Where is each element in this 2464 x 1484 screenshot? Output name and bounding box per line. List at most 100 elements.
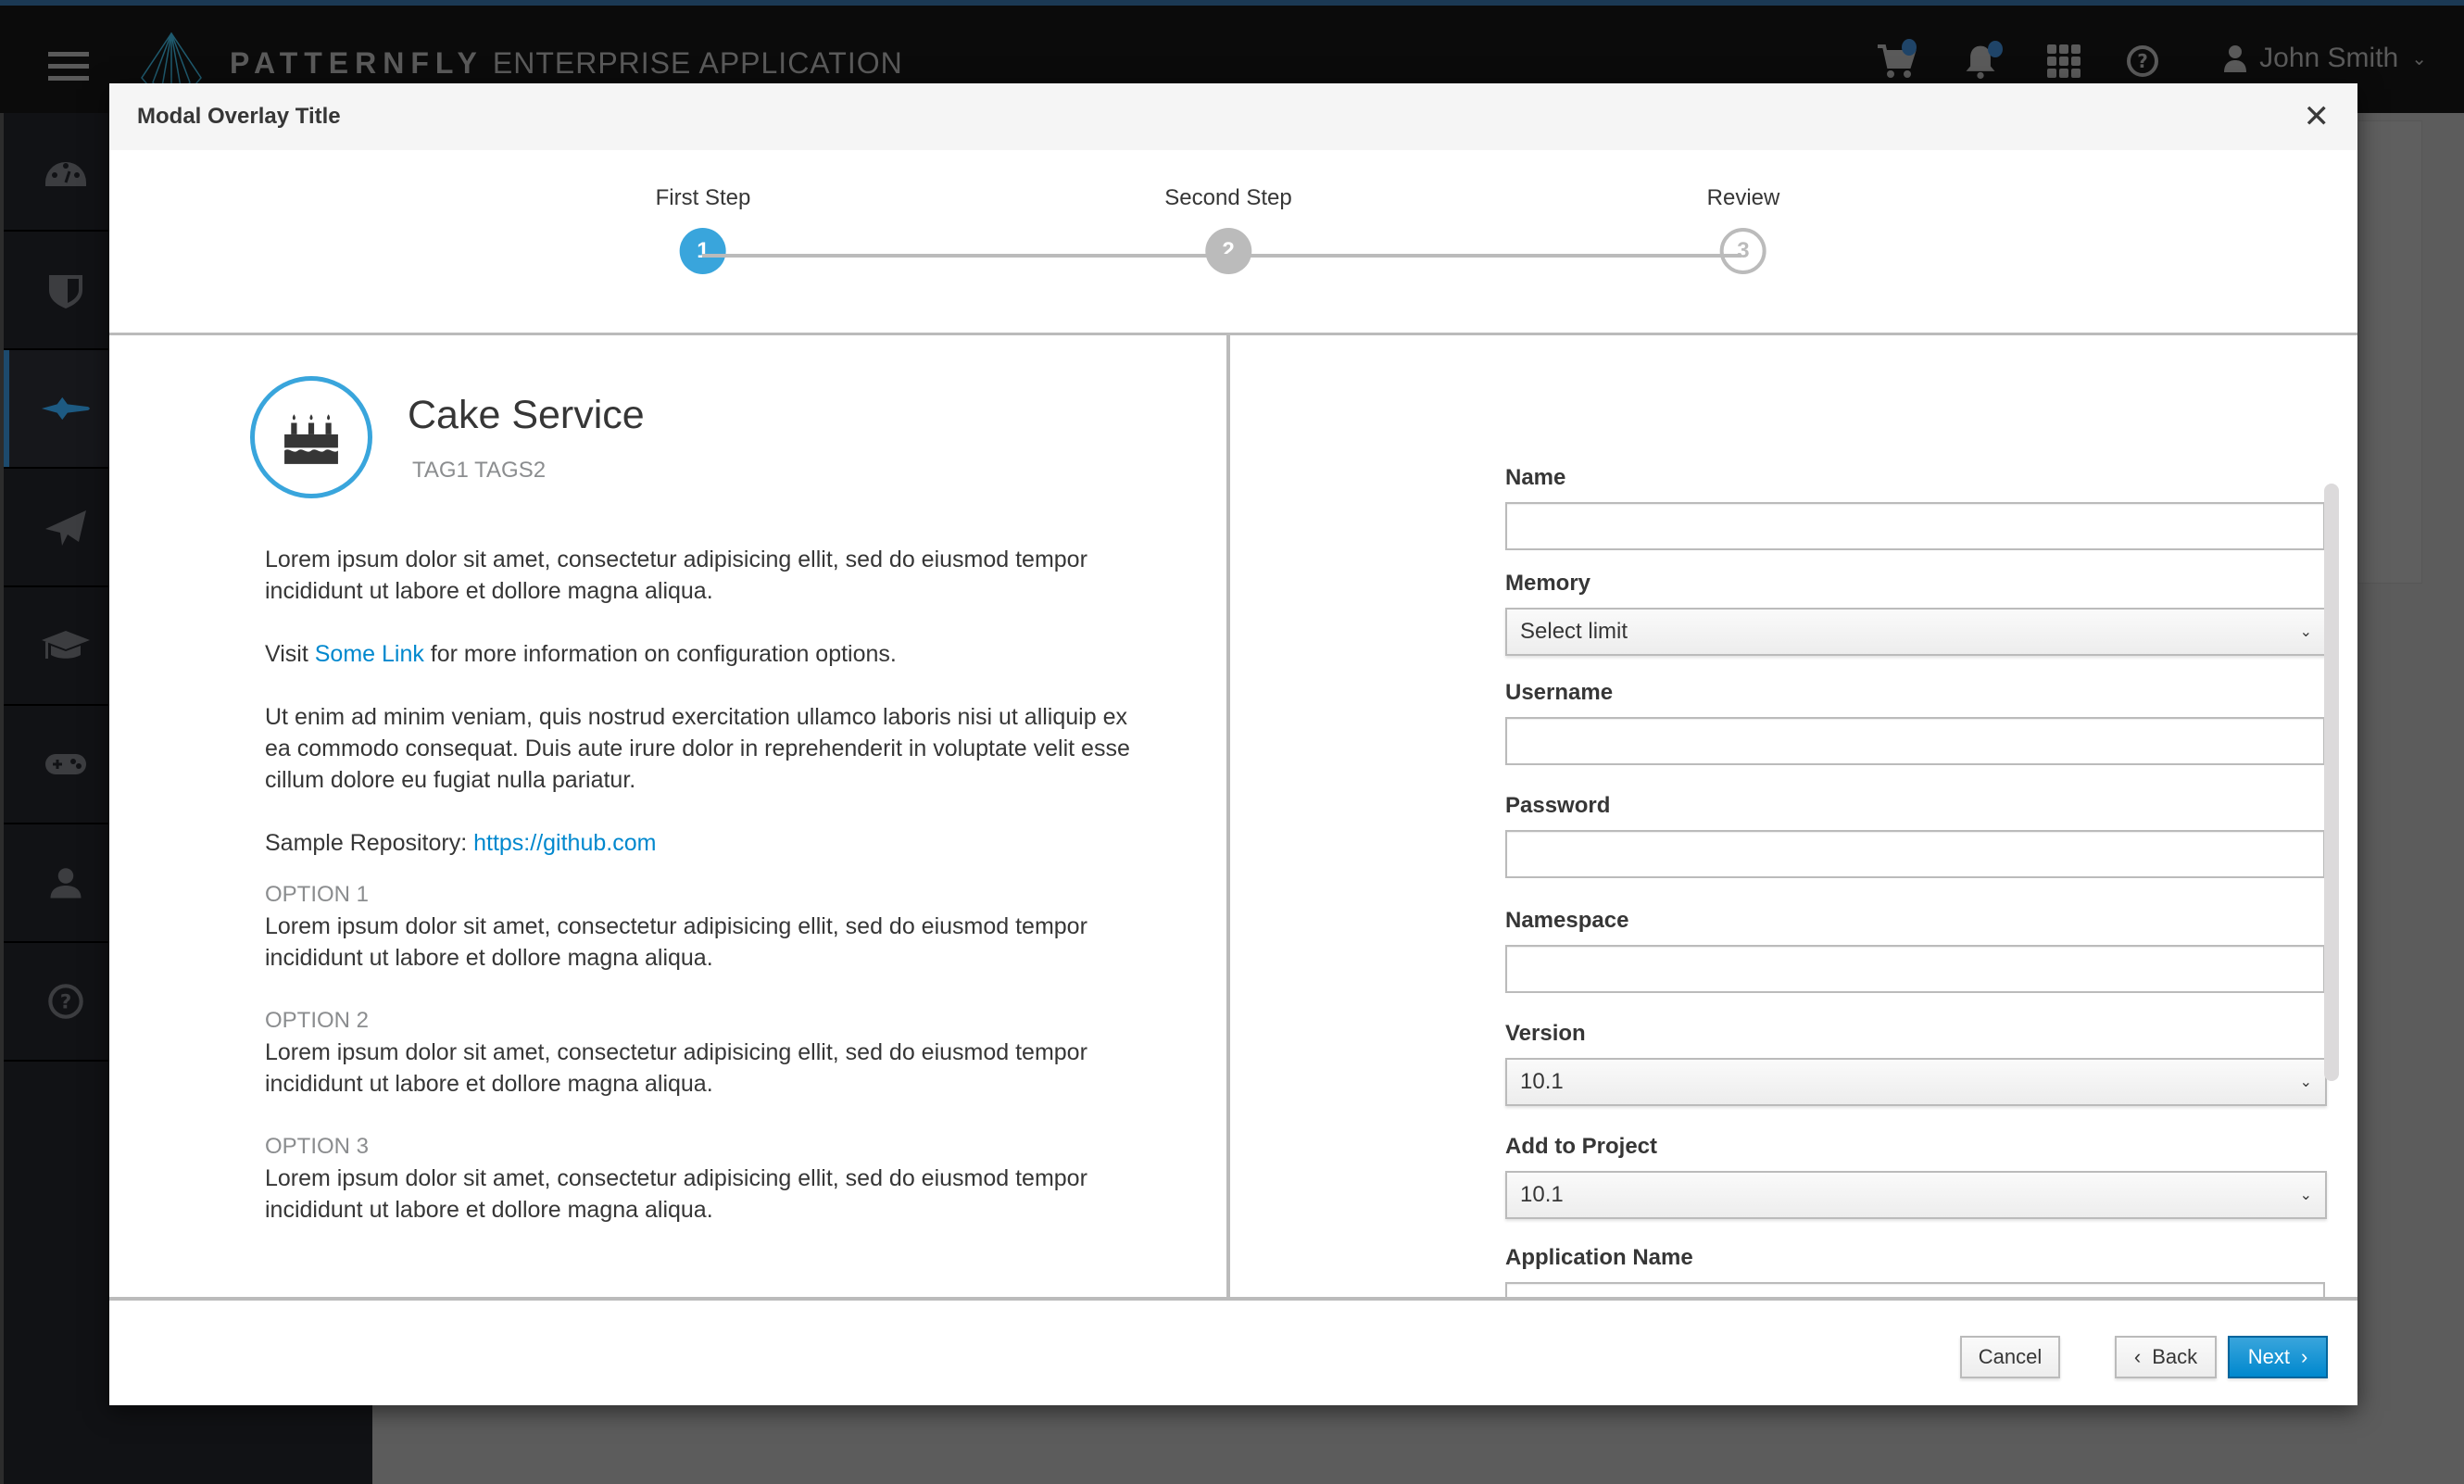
- visit-text: Visit Some Link for more information on …: [265, 641, 897, 667]
- step-1[interactable]: First Step 1: [655, 185, 751, 274]
- password-field-group: Password: [1505, 793, 2325, 878]
- grid-icon[interactable]: [2047, 44, 2088, 85]
- project-field-group: Add to Project 10.1 ⌄: [1505, 1134, 2327, 1219]
- step-label: First Step: [655, 185, 751, 210]
- wizard-body: Cake Service TAG1 TAGS2 Lorem ipsum dolo…: [109, 335, 2357, 1299]
- svg-text:?: ?: [2137, 50, 2148, 72]
- name-input[interactable]: [1505, 502, 2325, 550]
- service-details: Cake Service TAG1 TAGS2 Lorem ipsum dolo…: [109, 335, 1230, 1299]
- step-label: Second Step: [1164, 185, 1292, 210]
- version-selected-value: 10.1: [1520, 1069, 1564, 1094]
- chevron-down-icon: ⌄: [2411, 48, 2427, 69]
- username-field-group: Username: [1505, 680, 2325, 765]
- option-text: Lorem ipsum dolor sit amet, consectetur …: [265, 1039, 1087, 1097]
- password-label: Password: [1505, 793, 1611, 818]
- memory-field-group: Memory Select limit ⌄: [1505, 571, 2327, 656]
- paper-plane-icon: [45, 510, 86, 546]
- configuration-form: Name Memory Select limit ⌄ Username Pass…: [1234, 335, 2357, 1299]
- namespace-field-group: Namespace: [1505, 908, 2325, 993]
- step-3[interactable]: Review 3: [1707, 185, 1779, 274]
- name-field-group: Name: [1505, 465, 2325, 550]
- sidebar-item-security[interactable]: [4, 232, 109, 350]
- user-name: John Smith: [2259, 43, 2399, 73]
- option-text: Lorem ipsum dolor sit amet, consectetur …: [265, 913, 1087, 971]
- step-number: 1: [679, 228, 726, 274]
- version-label: Version: [1505, 1021, 1586, 1046]
- app-name-label: Application Name: [1505, 1245, 1693, 1270]
- option-1: OPTION 1 Lorem ipsum dolor sit amet, con…: [265, 879, 1154, 974]
- step-number: 3: [1719, 228, 1766, 274]
- modal-header: Modal Overlay Title ✕: [109, 83, 2357, 150]
- shield-icon: [49, 275, 82, 308]
- service-icon: [250, 376, 372, 498]
- cart-icon[interactable]: [1876, 39, 1917, 82]
- graduation-cap-icon: [42, 631, 90, 659]
- gamepad-icon: [45, 754, 86, 774]
- user-menu[interactable]: John Smith ⌄: [2224, 43, 2427, 74]
- password-input[interactable]: [1505, 830, 2325, 878]
- brand-title: PATTERNFLY ENTERPRISE APPLICATION: [230, 46, 903, 80]
- option-text: Lorem ipsum dolor sit amet, consectetur …: [265, 1165, 1087, 1223]
- chevron-down-icon: ⌄: [2299, 624, 2312, 640]
- repository-link[interactable]: https://github.com: [473, 830, 656, 856]
- memory-select[interactable]: Select limit ⌄: [1505, 608, 2327, 656]
- sidebar-item-dashboard[interactable]: [4, 113, 109, 232]
- namespace-input[interactable]: [1505, 945, 2325, 993]
- detail-text: Ut enim ad minim veniam, quis nostrud ex…: [265, 704, 1130, 793]
- sidebar-item-help[interactable]: ?: [4, 943, 109, 1062]
- cart-badge: [1902, 39, 1917, 56]
- memory-label: Memory: [1505, 571, 1591, 596]
- project-label: Add to Project: [1505, 1134, 1658, 1159]
- background-card: [2357, 120, 2422, 584]
- repo-text: Sample Repository: https://github.com: [265, 830, 657, 856]
- name-label: Name: [1505, 465, 1566, 490]
- back-button[interactable]: ‹ Back: [2115, 1336, 2217, 1378]
- sidebar-item-user[interactable]: [4, 824, 109, 943]
- notification-badge: [1988, 41, 2003, 57]
- sidebar-item-send[interactable]: [4, 469, 109, 587]
- vertical-nav: ?: [0, 113, 109, 1484]
- some-link[interactable]: Some Link: [315, 641, 424, 667]
- namespace-label: Namespace: [1505, 908, 1629, 933]
- service-tags: TAG1 TAGS2: [412, 458, 547, 483]
- version-field-group: Version 10.1 ⌄: [1505, 1021, 2327, 1106]
- help-icon[interactable]: ?: [2126, 44, 2167, 85]
- project-select[interactable]: 10.1 ⌄: [1505, 1171, 2327, 1219]
- dashboard-icon: [45, 162, 86, 186]
- step-connector: [1226, 254, 1741, 258]
- step-2[interactable]: Second Step 2: [1164, 185, 1292, 274]
- option-title: OPTION 1: [265, 882, 370, 907]
- bell-icon[interactable]: [1962, 41, 2003, 83]
- option-2: OPTION 2 Lorem ipsum dolor sit amet, con…: [265, 1005, 1154, 1100]
- version-select[interactable]: 10.1 ⌄: [1505, 1058, 2327, 1106]
- memory-selected-value: Select limit: [1520, 619, 1628, 644]
- option-title: OPTION 2: [265, 1008, 370, 1033]
- jet-icon: [41, 396, 91, 421]
- username-input[interactable]: [1505, 717, 2325, 765]
- user-icon: [2224, 45, 2247, 72]
- chevron-left-icon: ‹: [2133, 1345, 2142, 1368]
- step-number: 2: [1205, 228, 1251, 274]
- modal-footer: Cancel ‹ Back Next ›: [109, 1297, 2357, 1405]
- next-button[interactable]: Next ›: [2228, 1336, 2328, 1378]
- sidebar-item-games[interactable]: [4, 706, 109, 824]
- birthday-cake-icon: [284, 414, 338, 464]
- hamburger-menu-icon[interactable]: [48, 52, 89, 88]
- form-scrollbar[interactable]: [2324, 484, 2339, 1081]
- intro-text: Lorem ipsum dolor sit amet, consectetur …: [265, 547, 1087, 604]
- option-3: OPTION 3 Lorem ipsum dolor sit amet, con…: [265, 1131, 1154, 1226]
- chevron-right-icon: ›: [2300, 1345, 2308, 1368]
- user-icon: [50, 868, 82, 899]
- sidebar-item-jet[interactable]: [4, 350, 109, 469]
- sidebar-item-learn[interactable]: [4, 587, 109, 706]
- help-icon: ?: [48, 984, 83, 1019]
- wizard-steps: First Step 1 Second Step 2 Review 3: [109, 150, 2357, 335]
- cancel-button[interactable]: Cancel: [1960, 1336, 2060, 1378]
- service-title: Cake Service: [408, 393, 645, 437]
- chevron-down-icon: ⌄: [2299, 1188, 2312, 1203]
- service-description: Lorem ipsum dolor sit amet, consectetur …: [265, 544, 1154, 1257]
- chevron-down-icon: ⌄: [2299, 1075, 2312, 1090]
- close-icon[interactable]: ✕: [2304, 101, 2331, 132]
- wizard-modal: Modal Overlay Title ✕ First Step 1 Secon…: [109, 83, 2357, 1405]
- step-connector: [702, 254, 1226, 258]
